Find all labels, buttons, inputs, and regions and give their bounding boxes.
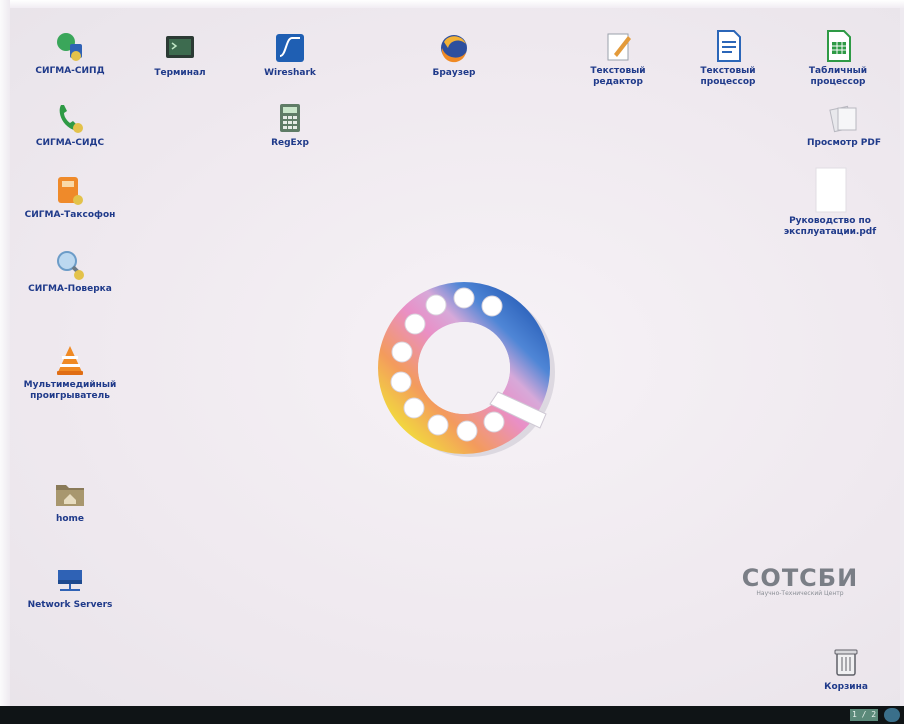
taskbar bbox=[0, 706, 904, 724]
icon-label: Браузер bbox=[432, 68, 476, 78]
sotsbi-branding: СОТСБИ Научно-Технический Центр bbox=[730, 564, 870, 597]
text-editor-icon bbox=[607, 33, 631, 61]
icon-label: Текстовый процессор bbox=[700, 66, 756, 87]
icon-label: Корзина bbox=[824, 682, 868, 692]
desktop-icon-network-servers[interactable]: Network Servers bbox=[22, 562, 118, 611]
icon-label: СИГМА-СИПД bbox=[35, 66, 105, 76]
wireshark-icon bbox=[276, 34, 304, 62]
terminal-icon bbox=[166, 36, 194, 58]
desktop-icon-writer[interactable]: Текстовый процессор bbox=[680, 28, 776, 88]
icon-label: СИГМА-СИДС bbox=[35, 138, 105, 148]
vlc-icon bbox=[57, 346, 83, 375]
icon-label: Терминал bbox=[154, 68, 206, 78]
desktop-icon-pdf-viewer[interactable]: Просмотр PDF bbox=[796, 100, 892, 149]
pdf-viewer-icon bbox=[829, 105, 857, 133]
trash-icon bbox=[834, 649, 858, 676]
desktop-icon-sigma-sids[interactable]: СИГМА-СИДС bbox=[22, 100, 118, 149]
icon-label: СИГМА-Поверка bbox=[28, 284, 112, 294]
icon-label: RegExp bbox=[271, 138, 309, 148]
desktop-icon-trash[interactable]: Корзина bbox=[798, 644, 894, 693]
network-plug-icon bbox=[57, 33, 82, 61]
desktop-icon-manual-pdf[interactable]: Руководство по эксплуатации.pdf bbox=[782, 166, 878, 238]
screen-edge-top bbox=[0, 0, 904, 8]
icon-label: Руководство по эксплуатации.pdf bbox=[783, 216, 877, 237]
desktop-icon-text-editor[interactable]: Текстовый редактор bbox=[570, 28, 666, 88]
magnifier-icon bbox=[57, 251, 84, 280]
desktop-icon-sigma-taksofon[interactable]: СИГМА-Таксофон bbox=[22, 172, 118, 221]
desktop-icon-terminal[interactable]: Терминал bbox=[132, 30, 228, 79]
rotary-dial-logo bbox=[378, 282, 555, 457]
network-servers-icon bbox=[58, 570, 82, 591]
desktop-icon-media-player[interactable]: Мультимедийный проигрыватель bbox=[22, 342, 118, 402]
phone-icon bbox=[59, 105, 83, 133]
screen-edge-left bbox=[0, 0, 10, 712]
calculator-icon bbox=[280, 104, 300, 132]
icon-label: Просмотр PDF bbox=[806, 138, 882, 148]
desktop-icon-calc[interactable]: Табличный процессор bbox=[790, 28, 886, 88]
desktop-icon-wireshark[interactable]: Wireshark bbox=[242, 30, 338, 79]
desktop-icon-sigma-poverka[interactable]: СИГМА-Поверка bbox=[22, 246, 118, 295]
icon-label: Network Servers bbox=[27, 600, 113, 610]
desktop-icon-sigma-sipd[interactable]: СИГМА-СИПД bbox=[22, 28, 118, 77]
payphone-icon bbox=[58, 177, 83, 205]
screen: СИГМА-СИПД Терминал Wireshark Браузер Те… bbox=[0, 0, 904, 724]
writer-icon bbox=[717, 30, 741, 62]
pdf-file-icon bbox=[815, 167, 847, 213]
calc-icon bbox=[827, 30, 851, 62]
icon-label: Мультимедийный проигрыватель bbox=[23, 380, 117, 401]
firefox-icon bbox=[441, 35, 467, 63]
icon-label: Текстовый редактор bbox=[590, 66, 646, 87]
desktop-icon-browser[interactable]: Браузер bbox=[406, 30, 502, 79]
brand-name: СОТСБИ bbox=[741, 564, 859, 592]
desktop-icon-home[interactable]: home bbox=[22, 476, 118, 525]
workspace-pager[interactable]: 1 / 2 bbox=[850, 709, 878, 721]
home-folder-icon bbox=[56, 485, 84, 506]
icon-label: Табличный процессор bbox=[808, 66, 868, 87]
tray-button[interactable] bbox=[884, 708, 900, 722]
desktop-icon-regexp[interactable]: RegExp bbox=[242, 100, 338, 149]
icon-label: СИГМА-Таксофон bbox=[24, 210, 116, 220]
icon-label: home bbox=[55, 514, 85, 524]
icon-label: Wireshark bbox=[264, 68, 316, 78]
